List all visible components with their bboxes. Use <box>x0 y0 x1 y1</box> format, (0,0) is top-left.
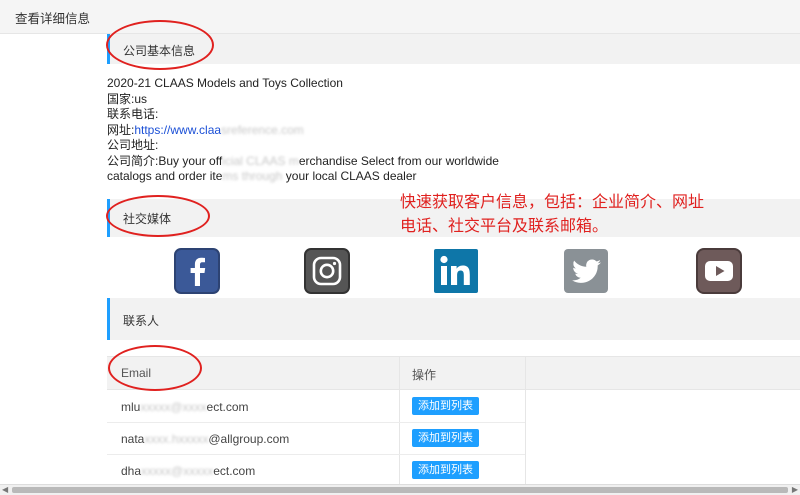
page-title: 查看详细信息 <box>15 12 91 26</box>
website-link-blurred: sreference.com <box>221 122 304 137</box>
annotation-line-1: 快速获取客户信息，包括：企业简介、网址 <box>400 194 705 211</box>
company-country: 国家:us <box>107 91 148 106</box>
youtube-icon[interactable] <box>696 248 742 294</box>
column-divider-2 <box>525 357 526 485</box>
highlight-ellipse-company <box>106 20 214 70</box>
company-intro-line2: catalogs and order items through your lo… <box>107 169 507 185</box>
annotation-line-2: 电话、社交平台及联系邮箱。 <box>400 218 609 235</box>
add-to-list-button[interactable]: 添加到列表 <box>412 461 479 479</box>
intro-text-d: your local CLAAS dealer <box>282 169 417 183</box>
highlight-ellipse-email <box>108 345 202 391</box>
column-header-action: 操作 <box>412 368 437 382</box>
contact-email: mluxxxxx@xxxxect.com <box>121 400 249 414</box>
intro-text-b: erchandise Select from our worldwide <box>298 153 499 168</box>
company-address: 公司地址: <box>107 138 159 152</box>
company-intro-line1: 公司简介:Buy your official CLAAS merchandise… <box>107 154 507 170</box>
company-phone: 联系电话: <box>107 107 159 121</box>
table-row: nataxxxx.hxxxxx@allgroup.com 添加到列表 <box>107 423 525 455</box>
scroll-left-arrow-icon[interactable]: ◀ <box>2 485 8 495</box>
section-title-contacts: 联系人 <box>123 314 160 328</box>
website-link-text: https://www.claa <box>134 122 222 137</box>
company-website-row: 网址:https://www.claasreference.com <box>107 123 507 139</box>
instagram-icon[interactable] <box>304 248 350 294</box>
scrollbar-thumb[interactable] <box>12 487 788 493</box>
intro-text-a: 公司简介:Buy your off <box>107 153 223 168</box>
intro-blurred-a: icial CLAAS m <box>222 153 299 168</box>
facebook-icon[interactable] <box>174 248 220 294</box>
contact-email: nataxxxx.hxxxxx@allgroup.com <box>121 432 290 446</box>
horizontal-scrollbar[interactable]: ◀ ▶ <box>0 484 800 495</box>
contacts-table: Email 操作 mluxxxxx@xxxxect.com 添加到列表 nata… <box>107 356 800 487</box>
company-info: 2020-21 CLAAS Models and Toys Collection… <box>107 76 507 185</box>
highlight-ellipse-social <box>106 195 210 237</box>
company-name: 2020-21 CLAAS Models and Toys Collection <box>107 76 343 90</box>
table-row: mluxxxxx@xxxxect.com 添加到列表 <box>107 391 525 423</box>
twitter-icon[interactable] <box>563 248 609 294</box>
website-link[interactable]: https://www.claasreference.com <box>134 123 303 137</box>
intro-blurred-b: ms through <box>222 169 283 183</box>
contact-email: dhaxxxxx@xxxxxect.com <box>121 464 256 478</box>
table-header: Email 操作 <box>107 357 800 390</box>
add-to-list-button[interactable]: 添加到列表 <box>412 429 479 447</box>
table-row: dhaxxxxx@xxxxxect.com 添加到列表 <box>107 455 525 487</box>
linkedin-icon[interactable] <box>433 248 479 294</box>
section-header-contacts: 联系人 <box>107 298 800 340</box>
website-label: 网址: <box>107 122 135 137</box>
scroll-right-arrow-icon[interactable]: ▶ <box>792 485 798 495</box>
intro-text-c: catalogs and order ite <box>107 169 223 183</box>
annotation-text: 快速获取客户信息，包括：企业简介、网址 电话、社交平台及联系邮箱。 <box>400 191 704 239</box>
add-to-list-button[interactable]: 添加到列表 <box>412 397 479 415</box>
